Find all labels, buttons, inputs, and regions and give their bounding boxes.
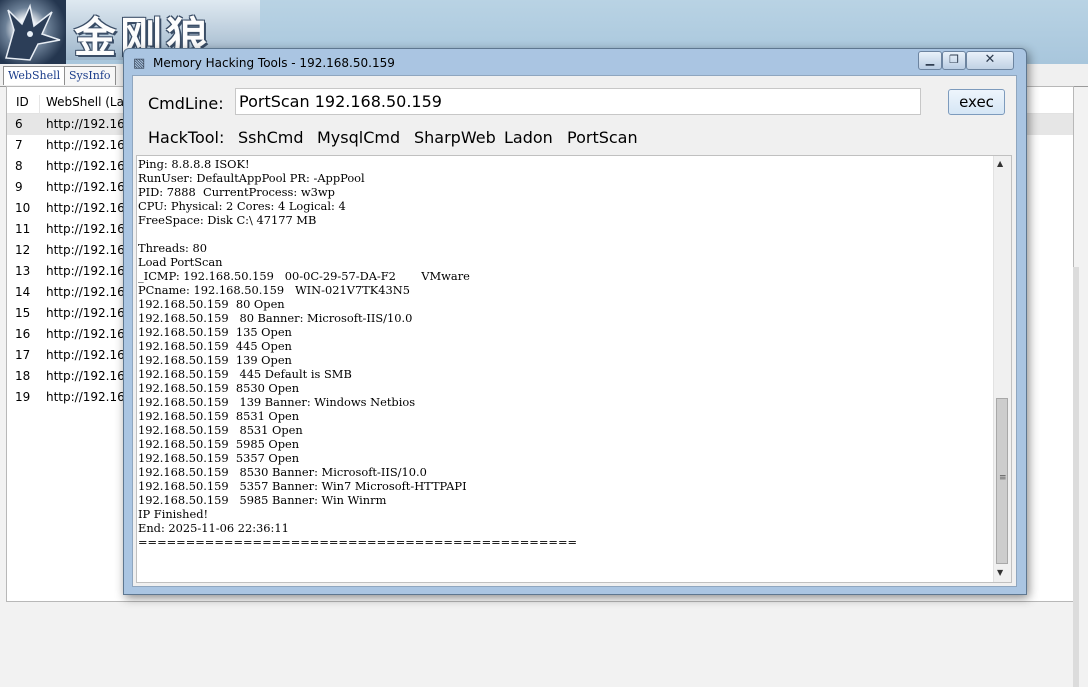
row-url: http://192.168: [46, 369, 133, 383]
row-id: 6: [15, 117, 23, 131]
tool-sharpweb[interactable]: SharpWeb: [414, 128, 496, 147]
row-url: http://192.168: [46, 306, 133, 320]
scroll-up-icon[interactable]: ▲: [997, 159, 1003, 168]
row-id: 12: [15, 243, 31, 257]
row-id: 10: [15, 201, 31, 215]
row-url: http://192.168: [46, 222, 133, 236]
row-url: http://192.168: [46, 348, 133, 362]
cmdline-input[interactable]: [235, 88, 921, 115]
output-scrollbar[interactable]: ▲ ≡ ▼: [993, 156, 1011, 582]
maximize-icon: ❐: [949, 53, 959, 66]
row-url: http://192.168: [46, 159, 133, 173]
row-id: 11: [15, 222, 31, 236]
exec-button[interactable]: exec: [948, 89, 1005, 115]
tab-sysinfo[interactable]: SysInfo: [64, 66, 116, 85]
cmdline-label: CmdLine:: [148, 94, 224, 113]
row-id: 8: [15, 159, 23, 173]
grip-icon: ≡: [999, 473, 1007, 483]
row-url: http://192.168: [46, 138, 133, 152]
row-url: http://192.168: [46, 390, 133, 404]
row-url: http://192.168: [46, 117, 133, 131]
row-url: http://192.168: [46, 285, 133, 299]
memory-hacking-dialog: ▧ Memory Hacking Tools - 192.168.50.159 …: [123, 48, 1027, 595]
dialog-title: Memory Hacking Tools - 192.168.50.159: [153, 56, 395, 70]
row-url: http://192.168: [46, 327, 133, 341]
column-header-webshell[interactable]: WebShell (Lay: [46, 95, 131, 109]
output-textarea[interactable]: Ping: 8.8.8.8 ISOK! RunUser: DefaultAppP…: [136, 155, 1012, 583]
tab-webshell[interactable]: WebShell: [3, 66, 66, 85]
row-id: 7: [15, 138, 23, 152]
hacktool-label: HackTool:: [148, 128, 225, 147]
tool-mysqlcmd[interactable]: MysqlCmd: [317, 128, 400, 147]
column-header-id[interactable]: ID: [16, 95, 29, 109]
close-icon: ✕: [984, 52, 996, 67]
row-id: 13: [15, 264, 31, 278]
scroll-thumb[interactable]: ≡: [996, 398, 1008, 564]
row-url: http://192.168: [46, 243, 133, 257]
row-id: 17: [15, 348, 31, 362]
row-url: http://192.168: [46, 201, 133, 215]
tool-ladon[interactable]: Ladon: [504, 128, 553, 147]
tool-sshcmd[interactable]: SshCmd: [238, 128, 304, 147]
row-url: http://192.168: [46, 180, 133, 194]
tool-portscan[interactable]: PortScan: [567, 128, 638, 147]
row-id: 14: [15, 285, 31, 299]
output-text: Ping: 8.8.8.8 ISOK! RunUser: DefaultAppP…: [138, 157, 578, 549]
close-button[interactable]: ✕: [966, 51, 1014, 70]
row-id: 16: [15, 327, 31, 341]
dialog-client: CmdLine: exec HackTool: SshCmd MysqlCmd …: [132, 75, 1017, 587]
dialog-titlebar[interactable]: ▧ Memory Hacking Tools - 192.168.50.159 …: [124, 49, 1026, 75]
row-id: 19: [15, 390, 31, 404]
row-id: 18: [15, 369, 31, 383]
row-id: 9: [15, 180, 23, 194]
row-id: 15: [15, 306, 31, 320]
row-url: http://192.168: [46, 264, 133, 278]
scroll-down-icon[interactable]: ▼: [997, 568, 1003, 577]
minimize-icon: ▁: [925, 53, 935, 66]
maximize-button[interactable]: ❐: [942, 51, 966, 70]
list-scrollbar[interactable]: [1073, 267, 1079, 687]
wolf-logo-icon: [0, 0, 66, 64]
app-icon: ▧: [133, 56, 146, 71]
minimize-button[interactable]: ▁: [918, 51, 942, 70]
